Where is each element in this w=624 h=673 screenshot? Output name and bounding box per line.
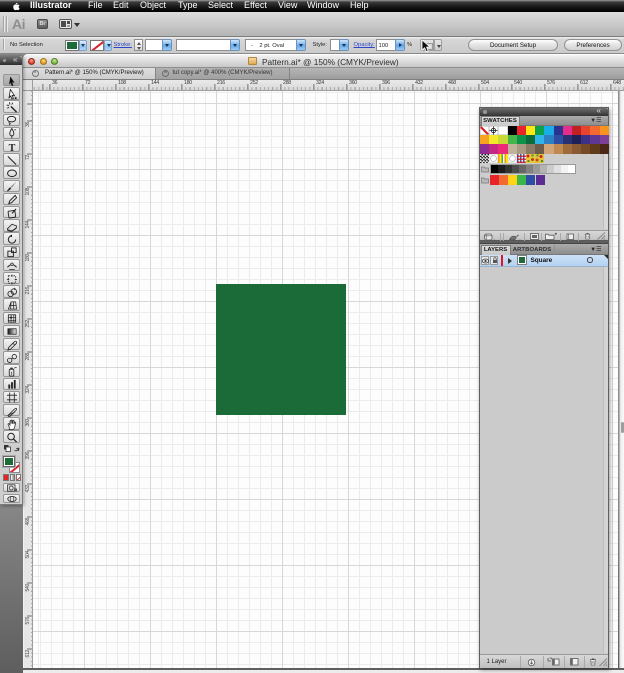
svg-text:T: T	[9, 142, 16, 152]
